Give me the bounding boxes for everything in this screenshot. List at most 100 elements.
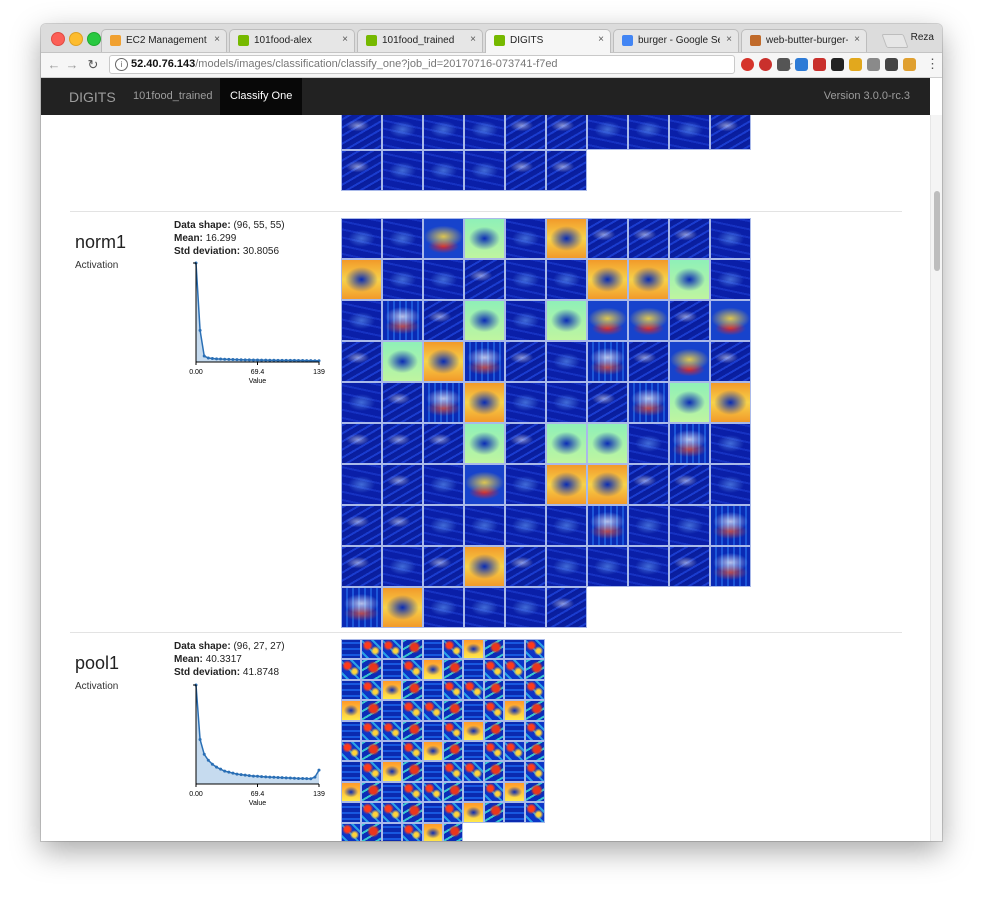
browser-menu-icon[interactable]: ⋮ (926, 56, 939, 72)
feature-map (423, 382, 464, 423)
tab-close-icon[interactable]: × (470, 34, 476, 45)
feature-map (382, 505, 423, 546)
histogram-point (235, 772, 239, 776)
feature-map (341, 115, 382, 150)
feature-map (381, 720, 403, 741)
feature-map (504, 740, 525, 762)
tab-close-icon[interactable]: × (214, 34, 220, 45)
tab-favicon-icon (238, 35, 249, 46)
browser-tab[interactable]: 101food_trained × (357, 29, 483, 52)
address-bar[interactable]: i 52.40.76.143/models/images/classificat… (109, 55, 794, 74)
feature-map (483, 679, 505, 701)
extension-icon[interactable] (885, 58, 898, 71)
histogram-point (276, 775, 280, 779)
feature-map (341, 802, 362, 823)
feature-map (587, 382, 628, 423)
feature-map (669, 341, 710, 382)
scrollbar-thumb[interactable] (934, 191, 940, 271)
extension-icon[interactable] (813, 58, 826, 71)
feature-map (710, 382, 751, 423)
nav-link-model[interactable]: 101food_trained (133, 90, 213, 102)
tab-favicon-icon (494, 35, 505, 46)
extension-icon[interactable] (867, 58, 880, 71)
tab-close-icon[interactable]: × (854, 34, 860, 45)
feature-map (464, 505, 505, 546)
feature-map (505, 423, 546, 464)
histogram-point (239, 773, 243, 777)
maximize-window-button[interactable] (87, 32, 101, 46)
feature-map (442, 822, 464, 841)
tab-favicon-icon (750, 35, 761, 46)
feature-map (505, 587, 546, 628)
feature-map (505, 150, 546, 191)
url-text[interactable]: 52.40.76.143/models/images/classificatio… (131, 58, 558, 70)
tab-close-icon[interactable]: × (726, 34, 732, 45)
feature-map (628, 300, 669, 341)
page-scrollbar[interactable] (930, 115, 942, 841)
extension-icon[interactable] (903, 58, 916, 71)
feature-map (587, 505, 628, 546)
feature-map (341, 761, 362, 782)
browser-tab[interactable]: web-butter-burger-d × (741, 29, 867, 52)
histogram-point (210, 762, 214, 766)
histogram-point (288, 358, 292, 362)
digits-brand[interactable]: DIGITS (69, 89, 116, 105)
feature-map (381, 740, 403, 762)
extension-icon[interactable] (795, 58, 808, 71)
feature-map (422, 781, 443, 803)
feature-map (341, 720, 362, 741)
feature-map (423, 300, 464, 341)
reload-icon[interactable]: ↻ (86, 57, 100, 73)
feature-map (710, 546, 751, 587)
minimize-window-button[interactable] (69, 32, 83, 46)
layer-stats: Data shape: (96, 55, 55) Mean: 16.299 St… (174, 219, 285, 258)
close-window-button[interactable] (51, 32, 65, 46)
feature-map (382, 423, 423, 464)
extension-icon[interactable] (759, 58, 772, 71)
nav-link-classify-one[interactable]: Classify One (220, 78, 303, 115)
feature-map (341, 659, 362, 680)
browser-tab[interactable]: 101food-alex × (229, 29, 355, 52)
browser-tab[interactable]: burger - Google Searc × (613, 29, 739, 52)
feature-map (442, 679, 464, 701)
feature-map (463, 659, 484, 680)
x-tick-label: 0.00 (189, 369, 203, 376)
feature-map (504, 679, 525, 701)
tab-title: web-butter-burger-d (766, 35, 848, 46)
feature-map (442, 720, 464, 741)
feature-map (505, 464, 546, 505)
extension-icon[interactable] (831, 58, 844, 71)
browser-tab[interactable]: EC2 Management Co × (101, 29, 227, 52)
feature-map (524, 740, 545, 762)
forward-icon[interactable]: → (65, 57, 79, 72)
extension-icon[interactable] (849, 58, 862, 71)
feature-map (341, 587, 382, 628)
tab-close-icon[interactable]: × (342, 34, 348, 45)
feature-map (341, 423, 382, 464)
info-icon[interactable]: i (115, 58, 128, 71)
feature-map (381, 822, 403, 841)
new-tab-button[interactable] (881, 34, 909, 48)
feature-map (422, 761, 443, 782)
extension-icon[interactable] (741, 58, 754, 71)
feature-map (422, 679, 443, 701)
feature-map (504, 659, 525, 680)
feature-map (524, 639, 545, 660)
feature-map (483, 802, 505, 823)
histogram-point (284, 358, 288, 362)
feature-map (442, 740, 464, 762)
extension-icon[interactable] (777, 58, 790, 71)
browser-tab[interactable]: DIGITS × (485, 29, 611, 53)
histogram-point (198, 328, 202, 332)
std-value: 30.8056 (242, 246, 280, 257)
back-icon[interactable]: ← (47, 57, 61, 72)
tab-title: burger - Google Searc (638, 35, 720, 46)
histogram-point (284, 776, 288, 780)
feature-map (341, 639, 362, 660)
profile-name[interactable]: Reza (911, 32, 934, 43)
histogram-point (231, 771, 235, 775)
feature-map (423, 587, 464, 628)
url-host: 52.40.76.143 (131, 58, 196, 70)
layer-separator (70, 211, 902, 212)
tab-close-icon[interactable]: × (598, 34, 604, 45)
